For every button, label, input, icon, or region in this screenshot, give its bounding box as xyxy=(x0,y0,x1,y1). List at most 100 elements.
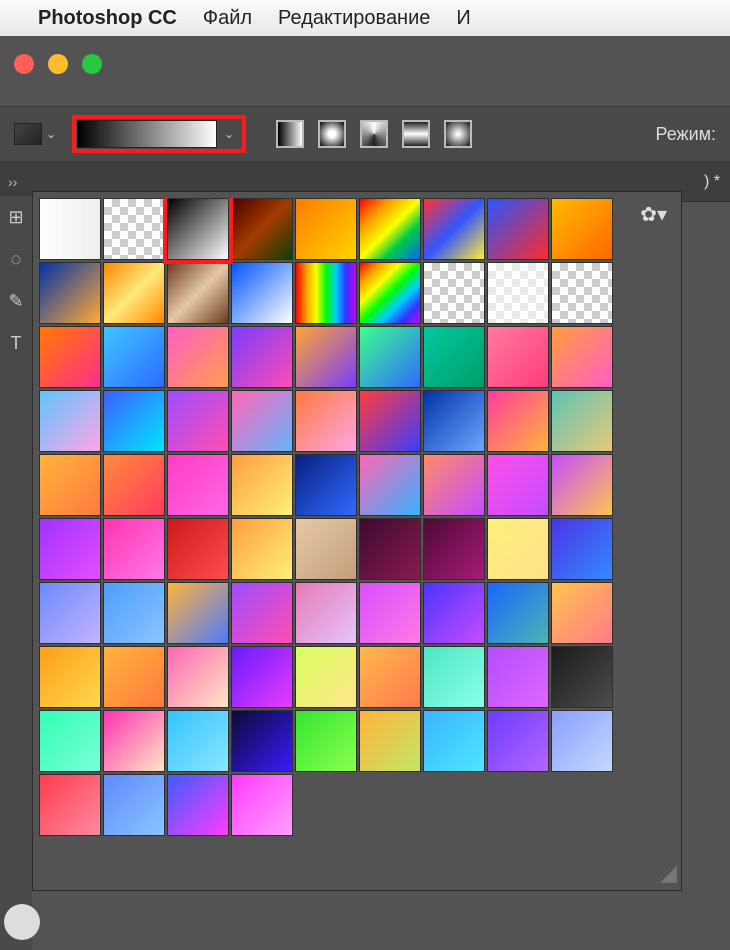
tool-preset-picker[interactable] xyxy=(14,123,42,145)
gradient-swatch[interactable] xyxy=(231,390,293,452)
gradient-swatch[interactable] xyxy=(487,454,549,516)
angle-gradient-button[interactable] xyxy=(360,120,388,148)
current-gradient-preview[interactable] xyxy=(77,120,217,148)
gradient-swatch[interactable] xyxy=(103,454,165,516)
gradient-swatch[interactable] xyxy=(551,710,613,772)
resize-handle-icon[interactable]: ◢ xyxy=(660,860,677,886)
gradient-swatch[interactable] xyxy=(103,262,165,324)
gradient-swatch[interactable] xyxy=(423,198,485,260)
gradient-swatch[interactable] xyxy=(167,646,229,708)
gradient-swatch[interactable] xyxy=(487,710,549,772)
gradient-swatch[interactable] xyxy=(39,774,101,836)
gradient-swatch[interactable] xyxy=(231,710,293,772)
gradient-swatch[interactable] xyxy=(551,390,613,452)
gradient-swatch[interactable] xyxy=(423,390,485,452)
gradient-swatch[interactable] xyxy=(231,454,293,516)
gradient-swatch[interactable] xyxy=(359,454,421,516)
gradient-swatch[interactable] xyxy=(103,582,165,644)
gradient-swatch[interactable] xyxy=(551,262,613,324)
gradient-swatch[interactable] xyxy=(103,774,165,836)
gradient-swatch[interactable] xyxy=(39,646,101,708)
gradient-swatch[interactable] xyxy=(103,326,165,388)
gradient-swatch[interactable] xyxy=(39,710,101,772)
gradient-swatch[interactable] xyxy=(167,262,229,324)
gradient-swatch[interactable] xyxy=(231,326,293,388)
gradient-swatch[interactable] xyxy=(295,326,357,388)
gradient-swatch[interactable] xyxy=(167,198,229,260)
expand-panels-icon[interactable]: ›› xyxy=(0,174,25,190)
gradient-swatch[interactable] xyxy=(359,390,421,452)
zoom-tool-icon[interactable] xyxy=(4,904,40,940)
gradient-swatch[interactable] xyxy=(295,198,357,260)
gradient-swatch[interactable] xyxy=(167,454,229,516)
gradient-swatch[interactable] xyxy=(551,646,613,708)
gradient-swatch[interactable] xyxy=(487,198,549,260)
gradient-swatch[interactable] xyxy=(359,262,421,324)
gradient-swatch[interactable] xyxy=(487,582,549,644)
gradient-swatch[interactable] xyxy=(295,262,357,324)
gradient-swatch[interactable] xyxy=(167,390,229,452)
gradient-swatch[interactable] xyxy=(423,646,485,708)
close-window-button[interactable] xyxy=(14,54,34,74)
gradient-swatch[interactable] xyxy=(167,710,229,772)
gradient-swatch[interactable] xyxy=(39,582,101,644)
gradient-swatch[interactable] xyxy=(551,326,613,388)
gradient-swatch[interactable] xyxy=(39,454,101,516)
gradient-swatch[interactable] xyxy=(39,326,101,388)
gradient-swatch[interactable] xyxy=(167,774,229,836)
gradient-swatch[interactable] xyxy=(487,646,549,708)
gradient-swatch[interactable] xyxy=(423,518,485,580)
gradient-swatch[interactable] xyxy=(423,454,485,516)
gradient-swatch[interactable] xyxy=(487,262,549,324)
gradient-swatch[interactable] xyxy=(487,518,549,580)
gradient-swatch[interactable] xyxy=(231,582,293,644)
gradient-swatch[interactable] xyxy=(103,646,165,708)
gradient-swatch[interactable] xyxy=(231,646,293,708)
gradient-swatch[interactable] xyxy=(423,326,485,388)
gradient-swatch[interactable] xyxy=(423,582,485,644)
gradient-swatch[interactable] xyxy=(39,518,101,580)
gradient-swatch[interactable] xyxy=(295,646,357,708)
maximize-window-button[interactable] xyxy=(82,54,102,74)
tool-icon[interactable]: T xyxy=(0,322,32,364)
gradient-picker-chevron-icon[interactable]: ⌄ xyxy=(217,127,241,141)
gradient-swatch[interactable] xyxy=(167,518,229,580)
gradient-swatch[interactable] xyxy=(551,518,613,580)
tab-title-tail[interactable]: ) * xyxy=(704,173,730,191)
gradient-swatch[interactable] xyxy=(295,518,357,580)
gradient-swatch[interactable] xyxy=(487,390,549,452)
gear-icon[interactable]: ✿▾ xyxy=(640,202,667,227)
gradient-swatch[interactable] xyxy=(231,774,293,836)
gradient-swatch[interactable] xyxy=(423,710,485,772)
tool-icon[interactable]: ⊞ xyxy=(0,196,32,238)
gradient-swatch[interactable] xyxy=(551,454,613,516)
gradient-swatch[interactable] xyxy=(359,198,421,260)
gradient-swatch[interactable] xyxy=(359,518,421,580)
gradient-swatch[interactable] xyxy=(487,326,549,388)
gradient-swatch[interactable] xyxy=(103,710,165,772)
gradient-swatch[interactable] xyxy=(39,198,101,260)
reflected-gradient-button[interactable] xyxy=(402,120,430,148)
gradient-swatch[interactable] xyxy=(359,646,421,708)
gradient-swatch[interactable] xyxy=(551,198,613,260)
menu-edit[interactable]: Редактирование xyxy=(278,7,430,30)
linear-gradient-button[interactable] xyxy=(276,120,304,148)
gradient-swatch[interactable] xyxy=(231,198,293,260)
tool-icon[interactable]: ✎ xyxy=(0,280,32,322)
gradient-swatch[interactable] xyxy=(295,390,357,452)
radial-gradient-button[interactable] xyxy=(318,120,346,148)
gradient-swatch[interactable] xyxy=(359,582,421,644)
diamond-gradient-button[interactable] xyxy=(444,120,472,148)
gradient-swatch[interactable] xyxy=(167,582,229,644)
gradient-swatch[interactable] xyxy=(39,390,101,452)
gradient-swatch[interactable] xyxy=(295,582,357,644)
gradient-swatch[interactable] xyxy=(231,518,293,580)
gradient-swatch[interactable] xyxy=(39,262,101,324)
gradient-swatch[interactable] xyxy=(359,710,421,772)
minimize-window-button[interactable] xyxy=(48,54,68,74)
menu-file[interactable]: Файл xyxy=(203,7,252,30)
gradient-swatch[interactable] xyxy=(167,326,229,388)
gradient-swatch[interactable] xyxy=(295,454,357,516)
chevron-down-icon[interactable]: ⌄ xyxy=(46,127,56,141)
app-name[interactable]: Photoshop CC xyxy=(38,7,177,30)
